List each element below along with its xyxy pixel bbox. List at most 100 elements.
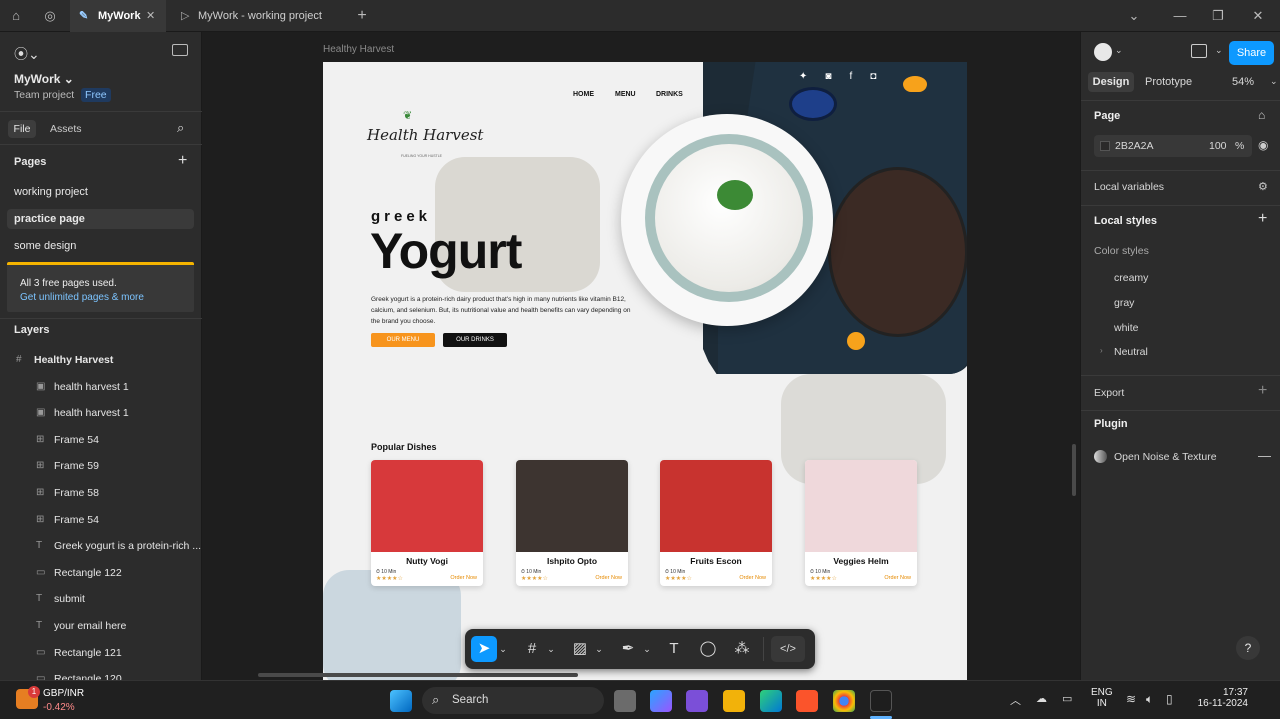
text-tool-icon[interactable]: T <box>661 636 687 662</box>
language-indicator[interactable]: ENG IN <box>1091 687 1113 709</box>
home-icon[interactable]: ⌂ <box>8 8 24 24</box>
dish-card[interactable]: Fruits Escon ⏱ 10 Min ★★★★☆ Order Now <box>660 460 772 586</box>
battery-status-icon[interactable]: ▯ <box>1166 692 1173 706</box>
chevron-up-icon[interactable]: ︿ <box>1010 692 1021 708</box>
move-tool-icon[interactable]: ➤ <box>471 636 497 662</box>
style-item[interactable]: creamy <box>1114 272 1148 284</box>
export-title[interactable]: Export <box>1094 387 1124 399</box>
styles-icon[interactable]: ⌂ <box>1258 108 1265 122</box>
clock[interactable]: 17:37 16-11-2024 <box>1198 687 1248 709</box>
volume-icon[interactable]: 🔈︎ <box>1146 692 1153 707</box>
pen-tool-icon[interactable]: ✒ <box>615 636 641 662</box>
page-item[interactable]: some design <box>14 240 76 252</box>
canvas[interactable]: Healthy Harvest HOME MENU DRINKS ✦◙f◘ ❦ … <box>203 32 1079 680</box>
zoom-level[interactable]: 54% <box>1232 76 1254 88</box>
layer-item[interactable]: ▭ Rectangle 121 <box>0 640 202 666</box>
style-group[interactable]: Neutral <box>1114 346 1148 358</box>
layer-item[interactable]: T Greek yogurt is a protein-rich ... <box>0 533 202 559</box>
style-item[interactable]: gray <box>1114 297 1134 309</box>
chevron-down-icon[interactable]: ⌄ <box>641 636 653 662</box>
order-now-link[interactable]: Order Now <box>739 575 766 581</box>
chevron-down-icon[interactable]: ⌄ <box>1270 76 1278 87</box>
tab-prototype[interactable]: Prototype <box>1145 76 1192 88</box>
close-tab-icon[interactable]: ✕ <box>146 0 155 32</box>
frame-label[interactable]: Healthy Harvest <box>323 44 394 55</box>
dish-card[interactable]: Ishpito Opto ⏱ 10 Min ★★★★☆ Order Now <box>516 460 628 586</box>
task-view-icon[interactable] <box>614 690 636 712</box>
image-tool-icon[interactable]: ▨ <box>567 636 593 662</box>
chrome-icon[interactable] <box>833 690 855 712</box>
upgrade-link[interactable]: Get unlimited pages & more <box>20 292 144 303</box>
add-style-plus-icon[interactable]: + <box>1258 210 1267 228</box>
local-variables[interactable]: Local variables <box>1094 181 1164 193</box>
tab-working-project[interactable]: ▷ MyWork - working project <box>170 0 345 32</box>
tab-mywork[interactable]: ✎ MyWork ✕ <box>70 0 166 32</box>
dev-mode-code-icon[interactable]: </> <box>771 636 805 662</box>
nav-drinks[interactable]: DRINKS <box>656 91 683 98</box>
windows-start-icon[interactable] <box>390 690 412 712</box>
nav-home[interactable]: HOME <box>573 91 594 98</box>
facebook-icon[interactable]: f <box>849 71 870 82</box>
order-now-link[interactable]: Order Now <box>595 575 622 581</box>
instagram-icon[interactable]: ◙ <box>825 71 849 82</box>
battery-icon[interactable]: ▭ <box>1062 692 1072 705</box>
page-color-field[interactable]: 2B2A2A 100 % <box>1094 135 1252 157</box>
figma-main-menu-icon[interactable]: ⦿⌄ <box>14 44 40 64</box>
copilot-icon[interactable] <box>650 690 672 712</box>
layer-item[interactable]: Tsubmit <box>0 586 202 612</box>
layer-item[interactable]: ⊞ Frame 59 <box>0 453 202 479</box>
design-frame-healthy-harvest[interactable]: HOME MENU DRINKS ✦◙f◘ ❦ Health Harvest F… <box>323 62 967 680</box>
layer-item[interactable]: ⊞ Frame 54 <box>0 427 202 453</box>
visual-studio-icon[interactable] <box>686 690 708 712</box>
plugin-item[interactable]: Open Noise & Texture <box>1114 451 1217 463</box>
order-now-link[interactable]: Order Now <box>884 575 911 581</box>
add-page-plus-icon[interactable]: + <box>178 152 187 170</box>
twitter-icon[interactable]: ✦ <box>799 71 825 82</box>
share-button[interactable]: Share <box>1229 41 1274 65</box>
new-tab-plus-icon[interactable]: + <box>354 8 370 24</box>
frame-tool-icon[interactable]: # <box>519 636 545 662</box>
dish-card[interactable]: Veggies Helm ⏱ 10 Min ★★★★☆ Order Now <box>805 460 917 586</box>
layer-item[interactable]: ▭ Rectangle 122 <box>0 560 202 586</box>
close-window-icon[interactable]: ✕ <box>1250 8 1266 24</box>
horizontal-scrollbar[interactable] <box>258 673 578 677</box>
chevron-down-icon[interactable]: ⌄ <box>1126 8 1142 24</box>
our-drinks-button[interactable]: OUR DRINKS <box>443 333 507 347</box>
page-item[interactable]: working project <box>14 186 88 198</box>
our-menu-button[interactable]: OUR MENU <box>371 333 435 347</box>
layer-item[interactable]: Tyour email here <box>0 613 202 639</box>
layer-item[interactable]: ⊞ Frame 54 <box>0 507 202 533</box>
tab-file[interactable]: File <box>8 120 36 138</box>
tab-assets[interactable]: Assets <box>50 123 82 135</box>
wifi-icon[interactable]: ≋ <box>1126 692 1136 706</box>
layer-item[interactable]: ⊞ Frame 58 <box>0 480 202 506</box>
brave-browser-icon[interactable] <box>796 690 818 712</box>
present-icon[interactable] <box>1191 44 1207 58</box>
variables-settings-icon[interactable]: ⚙ <box>1258 180 1268 193</box>
figma-app-icon[interactable] <box>870 690 892 712</box>
order-now-link[interactable]: Order Now <box>450 575 477 581</box>
chevron-down-icon[interactable]: ⌄ <box>593 636 605 662</box>
layer-item[interactable]: ▣ health harvest 1 <box>0 374 202 400</box>
actions-tool-icon[interactable]: ⁂ <box>729 636 755 662</box>
layer-item[interactable]: # Healthy Harvest <box>0 347 202 373</box>
team-name[interactable]: MyWork ⌄ <box>14 72 74 86</box>
chevron-down-icon[interactable]: ⌄ <box>545 636 557 662</box>
community-globe-icon[interactable]: ◎ <box>42 8 58 24</box>
stock-ticker[interactable]: GBP/INR <box>43 688 84 699</box>
taskbar-search[interactable]: ⌕ Search <box>422 687 604 714</box>
maximize-icon[interactable]: ❐ <box>1210 8 1226 24</box>
search-icon[interactable]: ⌕ <box>177 120 184 136</box>
layer-item[interactable]: ▣ health harvest 1 <box>0 400 202 426</box>
chevron-right-icon[interactable]: › <box>1100 346 1103 355</box>
file-explorer-icon[interactable] <box>723 690 745 712</box>
eye-visibility-icon[interactable]: ◉ <box>1258 138 1268 152</box>
chevron-down-icon[interactable]: ⌄ <box>497 636 509 662</box>
tab-design[interactable]: Design <box>1088 72 1134 92</box>
page-opacity[interactable]: 100 <box>1209 140 1227 152</box>
onedrive-cloud-icon[interactable]: ☁ <box>1036 692 1047 705</box>
add-export-plus-icon[interactable]: + <box>1258 382 1267 400</box>
toggle-sidebar-icon[interactable] <box>172 44 188 56</box>
edge-browser-icon[interactable] <box>760 690 782 712</box>
minimize-icon[interactable]: — <box>1172 8 1188 24</box>
